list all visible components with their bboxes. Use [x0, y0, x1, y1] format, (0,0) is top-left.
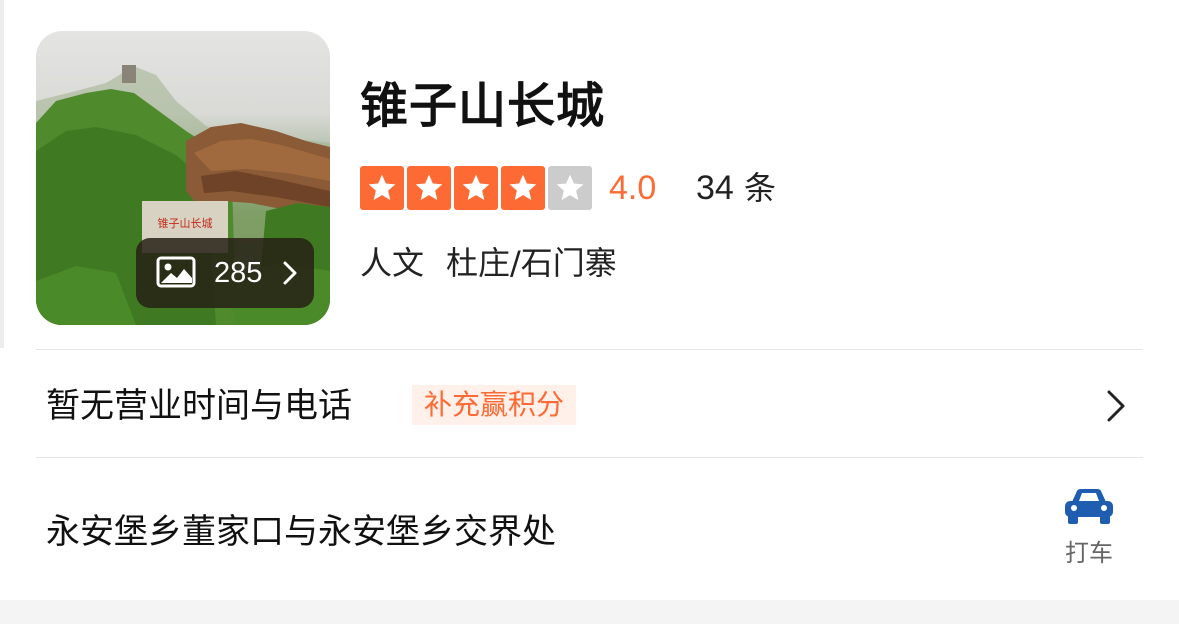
photo-sign-text: 锥子山长城 — [158, 217, 213, 230]
poi-detail-card: 锥子山长城 285 锥子山长城 4.0 34 条 人文 杜庄/石门寨 暂无营业时… — [0, 0, 1179, 624]
taxi-label: 打车 — [1065, 539, 1113, 567]
chevron-right-icon[interactable] — [1104, 388, 1128, 424]
car-icon — [1065, 489, 1113, 524]
image-icon — [156, 256, 196, 288]
left-edge-divider — [0, 0, 4, 348]
poi-area: 杜庄/石门寨 — [446, 244, 617, 282]
star-icon — [360, 166, 404, 210]
taxi-button[interactable]: 打车 — [1048, 484, 1130, 574]
star-icon — [454, 166, 498, 210]
review-count[interactable]: 34 条 — [696, 166, 776, 210]
photo-count-badge[interactable]: 285 — [136, 238, 314, 308]
star-icon — [501, 166, 545, 210]
review-count-number: 34 — [696, 169, 734, 207]
divider — [36, 457, 1143, 458]
star-icon — [548, 166, 592, 210]
poi-meta: 人文 杜庄/石门寨 — [360, 240, 617, 286]
rating-score: 4.0 — [609, 169, 657, 207]
star-icon — [407, 166, 451, 210]
chevron-right-icon — [283, 261, 297, 285]
divider — [36, 349, 1143, 350]
hours-phone-text[interactable]: 暂无营业时间与电话 — [46, 382, 352, 430]
photo-count: 285 — [214, 257, 263, 289]
poi-category: 人文 — [360, 244, 425, 282]
address-text[interactable]: 永安堡乡董家口与永安堡乡交界处 — [46, 508, 556, 556]
star-rating — [360, 166, 595, 210]
section-separator-band — [0, 600, 1179, 624]
review-count-unit: 条 — [744, 169, 777, 207]
poi-title: 锥子山长城 — [360, 78, 606, 134]
supplement-points-tag[interactable]: 补充赢积分 — [412, 385, 577, 425]
